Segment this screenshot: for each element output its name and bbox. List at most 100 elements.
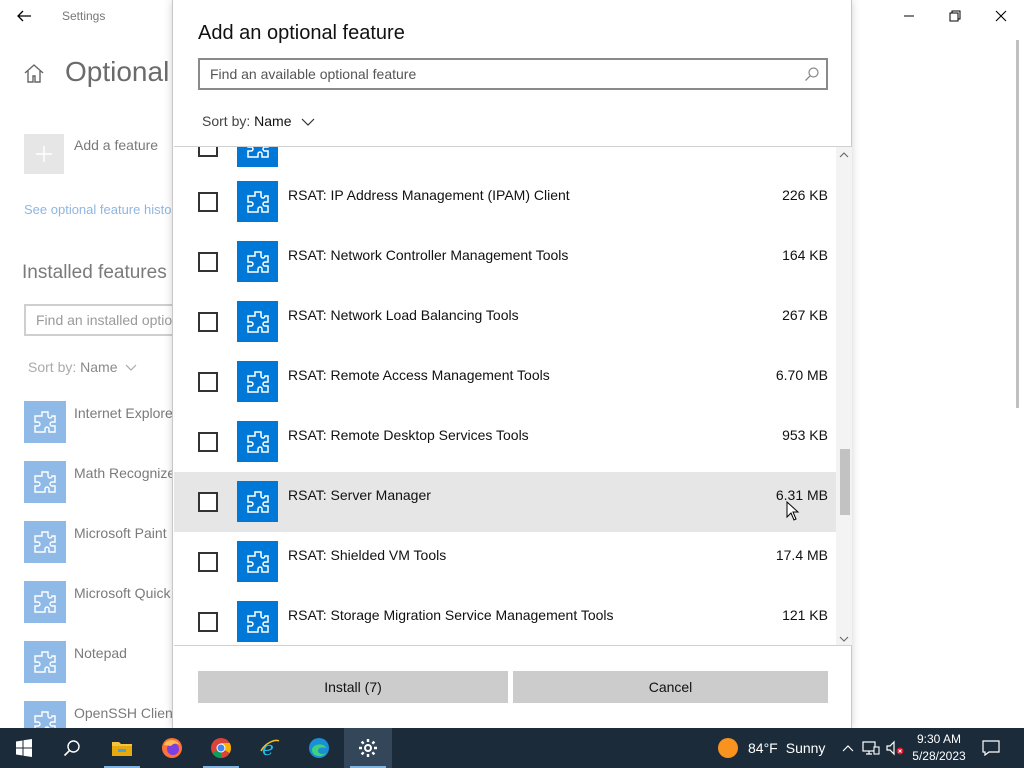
search-button[interactable] [48, 728, 96, 768]
feature-row[interactable]: RSAT: IP Address Management (IPAM) Clien… [174, 172, 836, 232]
puzzle-icon [237, 361, 278, 402]
feature-row[interactable]: RSAT: Network Controller Management Tool… [174, 232, 836, 292]
scroll-thumb[interactable] [840, 449, 850, 515]
network-button[interactable] [861, 738, 881, 758]
settings-icon [359, 739, 377, 757]
add-feature-label[interactable]: Add a feature [74, 137, 158, 153]
window-title: Settings [62, 9, 106, 23]
search-icon [63, 740, 80, 757]
feature-size: 6.31 MB [775, 487, 828, 503]
installed-item[interactable]: Microsoft Paint [24, 521, 174, 563]
page-scrollbar[interactable] [1016, 40, 1019, 408]
feature-checkbox[interactable] [198, 552, 218, 572]
restore-button[interactable] [932, 0, 978, 32]
puzzle-icon [237, 541, 278, 582]
puzzle-icon [24, 581, 66, 623]
feature-row[interactable]: RSAT: Remote Desktop Services Tools 953 … [174, 412, 836, 472]
installed-item-label: OpenSSH Client [74, 705, 177, 721]
taskbar-firefox[interactable] [148, 728, 196, 768]
back-button[interactable] [8, 4, 40, 28]
sort-value: Name [80, 359, 118, 375]
feature-name: RSAT: Server Manager [288, 487, 431, 503]
feature-row-hovered[interactable]: RSAT: Server Manager 6.31 MB [174, 472, 836, 532]
minimize-icon [904, 15, 914, 17]
feature-row[interactable]: RSAT: Shielded VM Tools 17.4 MB [174, 532, 836, 592]
feature-name: RSAT: Storage Migration Service Manageme… [288, 607, 614, 623]
taskbar-file-explorer[interactable] [98, 728, 146, 768]
feature-size: 17.4 MB [775, 547, 828, 563]
sort-label: Sort by: [28, 359, 77, 375]
feature-size: 226 KB [782, 187, 828, 203]
taskbar-chrome[interactable] [197, 728, 245, 768]
sort-value: Name [254, 113, 292, 129]
feature-name: RSAT: Remote Access Management Tools [288, 367, 550, 383]
scroll-down-button[interactable] [836, 631, 852, 645]
list-scrollbar[interactable] [836, 147, 852, 645]
chrome-icon [211, 738, 232, 759]
installed-item[interactable]: Microsoft Quick Assist [24, 581, 211, 623]
feature-name: RSAT: Shielded VM Tools [288, 547, 447, 563]
chevron-down-icon [301, 118, 315, 127]
add-feature-button[interactable] [24, 134, 64, 174]
feature-list: RSAT: IP Address Management (IPAM) Clien… [174, 146, 852, 646]
installed-item-label: Microsoft Paint [74, 525, 167, 541]
installed-item[interactable]: Math Recognizer [24, 461, 180, 503]
weather-widget[interactable]: 84°F Sunny [718, 728, 825, 768]
feature-row[interactable]: RSAT: Network Load Balancing Tools 267 K… [174, 292, 836, 352]
minimize-button[interactable] [886, 0, 932, 32]
feature-row[interactable]: RSAT: Remote Access Management Tools 6.7… [174, 352, 836, 412]
feature-history-link[interactable]: See optional feature history [24, 202, 182, 217]
chevron-up-icon [842, 745, 854, 752]
installed-item[interactable]: Internet Explorer 11 [24, 401, 196, 443]
puzzle-icon [237, 601, 278, 642]
sun-icon [718, 738, 738, 758]
start-icon [16, 739, 32, 757]
taskbar-internet-explorer[interactable]: e [246, 728, 294, 768]
start-button[interactable] [0, 728, 48, 768]
installed-item[interactable]: Notepad [24, 641, 174, 683]
feature-checkbox[interactable] [198, 612, 218, 632]
feature-size: 164 KB [782, 247, 828, 263]
install-button[interactable]: Install (7) [198, 671, 508, 703]
feature-name: RSAT: Remote Desktop Services Tools [288, 427, 529, 443]
feature-search-input[interactable]: Find an available optional feature [198, 58, 828, 90]
puzzle-icon [237, 241, 278, 282]
chevron-up-icon [839, 152, 849, 158]
chevron-down-icon [839, 636, 849, 642]
firefox-icon [162, 738, 182, 758]
puzzle-icon [24, 461, 66, 503]
feature-checkbox[interactable] [198, 432, 218, 452]
home-icon[interactable] [22, 62, 46, 86]
tray-overflow-button[interactable] [838, 738, 858, 758]
feature-size: 6.70 MB [775, 367, 828, 383]
close-icon [995, 10, 1007, 22]
installed-item-label: Notepad [74, 645, 127, 661]
sort-dropdown[interactable]: Sort by: Name [202, 113, 315, 129]
puzzle-icon [24, 521, 66, 563]
puzzle-icon [237, 421, 278, 462]
back-arrow-icon [17, 10, 31, 22]
clock[interactable]: 9:30 AM 5/28/2023 [908, 731, 970, 765]
taskbar-edge[interactable] [295, 728, 343, 768]
installed-sort-dropdown[interactable]: Sort by: Name [28, 359, 137, 375]
feature-checkbox[interactable] [198, 252, 218, 272]
close-button[interactable] [978, 0, 1024, 32]
feature-checkbox[interactable] [198, 192, 218, 212]
puzzle-icon [237, 481, 278, 522]
installed-features-heading: Installed features [22, 262, 167, 283]
cancel-button[interactable]: Cancel [513, 671, 828, 703]
add-optional-feature-dialog: Add an optional feature Find an availabl… [172, 0, 852, 728]
feature-checkbox[interactable] [198, 312, 218, 332]
puzzle-icon [237, 301, 278, 342]
scroll-up-button[interactable] [836, 147, 852, 163]
feature-checkbox[interactable] [198, 492, 218, 512]
network-icon [862, 741, 880, 755]
volume-button[interactable] [885, 738, 905, 758]
taskbar-settings[interactable] [344, 728, 392, 768]
notifications-button[interactable] [981, 738, 1001, 758]
feature-checkbox[interactable] [198, 147, 218, 157]
feature-checkbox[interactable] [198, 372, 218, 392]
search-placeholder: Find an available optional feature [210, 66, 417, 82]
feature-row[interactable]: RSAT: Storage Migration Service Manageme… [174, 592, 836, 645]
puzzle-icon [24, 401, 66, 443]
